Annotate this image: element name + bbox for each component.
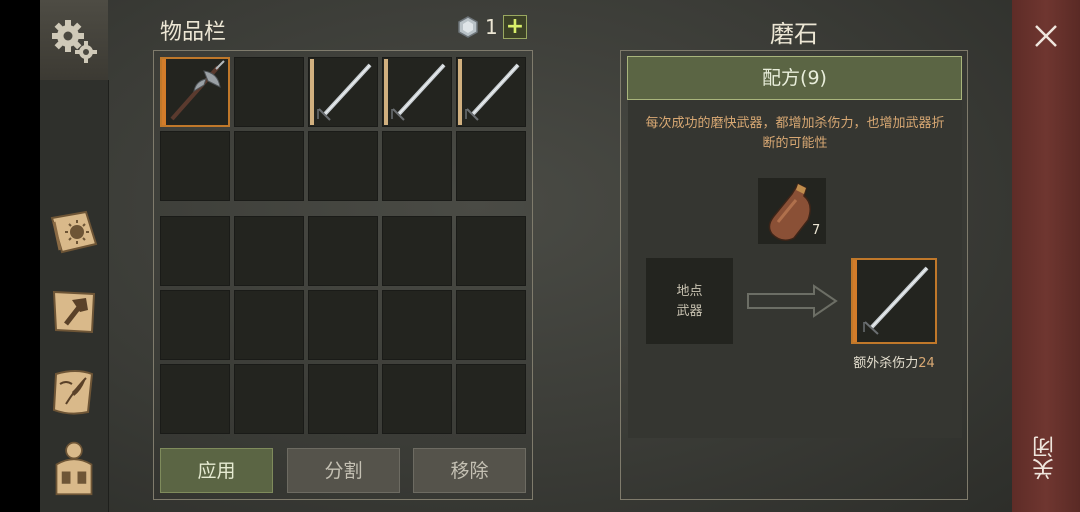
inventory-slot-empty[interactable] xyxy=(234,290,304,360)
weapon-slot-label: 地点 武器 xyxy=(646,282,733,322)
inventory-title: 物品栏 xyxy=(160,20,227,45)
material-count: 7 xyxy=(812,223,821,238)
gem-count: 1 xyxy=(485,15,498,39)
settings-tab[interactable] xyxy=(40,0,108,80)
inventory-slot-empty[interactable] xyxy=(382,216,452,286)
inventory-grid-bottom xyxy=(160,216,526,434)
sword-icon xyxy=(465,63,520,121)
whetstone-title: 磨石 xyxy=(770,20,818,48)
close-icon[interactable] xyxy=(1028,18,1064,54)
inventory-slot-halberd[interactable] xyxy=(160,57,230,127)
arrow-right-icon xyxy=(747,284,838,318)
add-gem-button[interactable]: + xyxy=(503,15,527,39)
inventory-slot-empty[interactable] xyxy=(234,131,304,201)
inventory-slot-empty[interactable] xyxy=(234,364,304,434)
sword-icon xyxy=(863,266,929,335)
inventory-slot-empty[interactable] xyxy=(456,290,526,360)
gem-icon xyxy=(458,16,478,38)
inventory-slot-sword[interactable] xyxy=(382,57,452,127)
durability-bar xyxy=(853,260,857,342)
left-screen-edge xyxy=(0,0,40,512)
result-slot[interactable] xyxy=(851,258,937,344)
close-label[interactable]: 关闭 xyxy=(1030,436,1062,480)
sword-icon xyxy=(317,63,372,121)
inventory-slot-empty[interactable] xyxy=(456,216,526,286)
backpack-icon[interactable] xyxy=(46,440,102,496)
gear-icon xyxy=(52,20,97,63)
halberd-icon xyxy=(170,60,225,121)
book-icon[interactable] xyxy=(46,204,102,260)
inventory-slot-sword[interactable] xyxy=(308,57,378,127)
split-button[interactable]: 分割 xyxy=(287,448,400,493)
inventory-slot-empty[interactable] xyxy=(308,364,378,434)
inventory-slot-empty[interactable] xyxy=(160,216,230,286)
sword-icon xyxy=(391,63,446,121)
inventory-slot-empty[interactable] xyxy=(456,131,526,201)
inventory-slot-empty[interactable] xyxy=(160,364,230,434)
inventory-slot-empty[interactable] xyxy=(234,216,304,286)
remove-button[interactable]: 移除 xyxy=(413,448,526,493)
apply-button[interactable]: 应用 xyxy=(160,448,273,493)
inventory-slot-empty[interactable] xyxy=(308,131,378,201)
inventory-slot-sword[interactable] xyxy=(456,57,526,127)
sidebar xyxy=(40,0,109,512)
weapon-slot-label-line2: 武器 xyxy=(676,304,703,319)
whetstone-description: 每次成功的磨快武器，都增加杀伤力，也增加武器折断的可能性 xyxy=(645,116,945,151)
recipe-button[interactable]: 配方(9) xyxy=(627,56,962,100)
scroll-quill-icon[interactable] xyxy=(46,364,102,420)
result-bonus-label: 额外杀伤力 xyxy=(853,356,919,371)
inventory-slot-empty[interactable] xyxy=(382,290,452,360)
inventory-slot-empty[interactable] xyxy=(160,290,230,360)
inventory-slot-empty[interactable] xyxy=(382,131,452,201)
inventory-slot-empty[interactable] xyxy=(308,216,378,286)
weapon-slot-label-line1: 地点 xyxy=(676,284,703,299)
inventory-slot-empty[interactable] xyxy=(160,131,230,201)
result-bonus-text: 额外杀伤力24 xyxy=(830,352,958,371)
inventory-slot-empty[interactable] xyxy=(234,57,304,127)
inventory-grid-top xyxy=(160,57,526,201)
inventory-slot-empty[interactable] xyxy=(456,364,526,434)
result-bonus-value: 24 xyxy=(918,356,935,371)
inventory-slot-empty[interactable] xyxy=(382,364,452,434)
inventory-slot-empty[interactable] xyxy=(308,290,378,360)
crafting-hammer-icon[interactable] xyxy=(46,284,102,340)
